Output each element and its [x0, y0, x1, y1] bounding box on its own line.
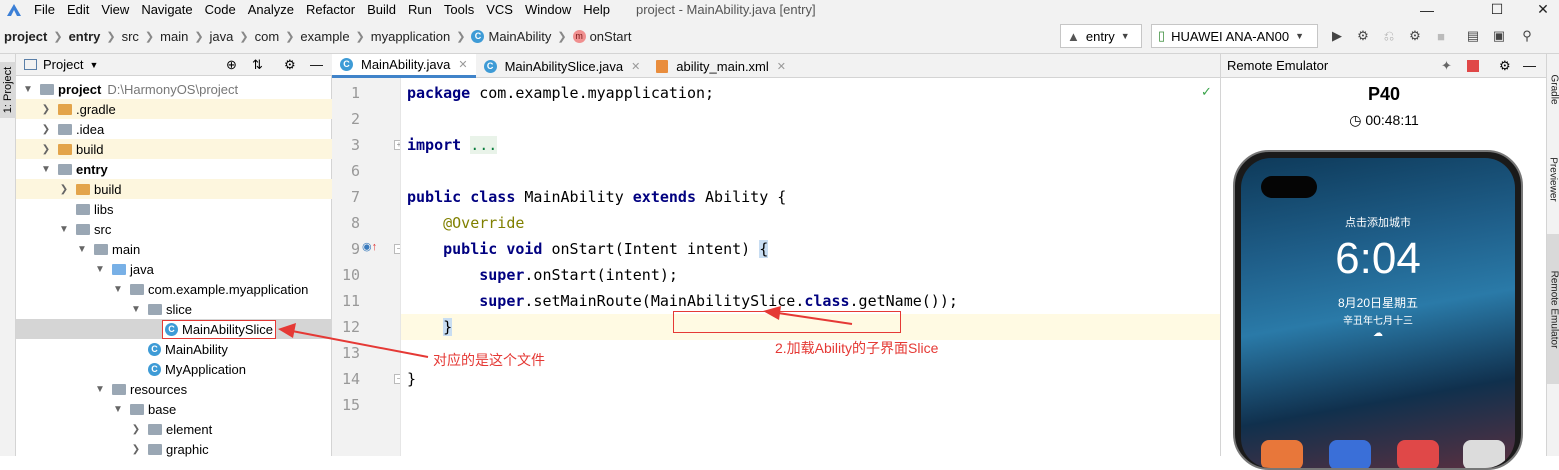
app-icon[interactable]	[1397, 440, 1439, 468]
device-name: P40	[1367, 84, 1401, 104]
stop-emulator-icon[interactable]	[1467, 60, 1479, 72]
session-timer: ◷ 00:48:11	[1349, 112, 1419, 128]
lock-screen-lunar: 辛丑年七月十三	[1343, 316, 1413, 327]
arrow-to-code	[777, 312, 853, 325]
annotation-slice-note: 2.加载Ability的子界面Slice	[775, 340, 939, 356]
phone-screen[interactable]: 点击添加城市 6:04 8月20日星期五 辛丑年七月十三 ☁	[1241, 158, 1515, 468]
timer-icon: ◷	[1349, 112, 1362, 128]
app-icon[interactable]	[1329, 440, 1371, 468]
lock-screen-hint: 点击添加城市	[1345, 217, 1411, 229]
gear-icon[interactable]: ⚙	[1499, 58, 1511, 74]
arrowhead-code	[763, 306, 781, 320]
remote-emulator-tool-tab[interactable]: Remote Emulator	[1547, 234, 1559, 384]
arrow-to-tree-item	[291, 330, 429, 358]
remote-emulator-panel: Remote Emulator ✦ ⚙ — P40 ◷ 00:48:11 点击添…	[1220, 54, 1547, 470]
weather-cloud-icon: ☁	[1373, 328, 1383, 339]
phone-frame: 点击添加城市 6:04 8月20日星期五 辛丑年七月十三 ☁	[1233, 150, 1523, 470]
app-icon[interactable]	[1463, 440, 1505, 468]
lock-screen-date: 8月20日星期五	[1337, 296, 1419, 310]
gradle-tool-tab[interactable]: Gradle	[1547, 64, 1559, 114]
camera-cutout	[1261, 176, 1317, 198]
remote-emulator-title: Remote Emulator	[1227, 58, 1329, 73]
hide-icon[interactable]: —	[1523, 58, 1536, 73]
app-icon[interactable]	[1261, 440, 1303, 468]
annotation-file-note: 对应的是这个文件	[433, 352, 545, 368]
arrowhead-tree	[278, 323, 296, 338]
previewer-tool-tab[interactable]: Previewer	[1547, 134, 1559, 224]
remote-emulator-header: Remote Emulator ✦ ⚙ —	[1221, 54, 1547, 78]
pin-icon[interactable]: ✦	[1441, 58, 1452, 74]
right-tool-strip: Gradle Previewer Remote Emulator	[1546, 54, 1559, 456]
lock-screen-time: 6:04	[1335, 234, 1421, 283]
